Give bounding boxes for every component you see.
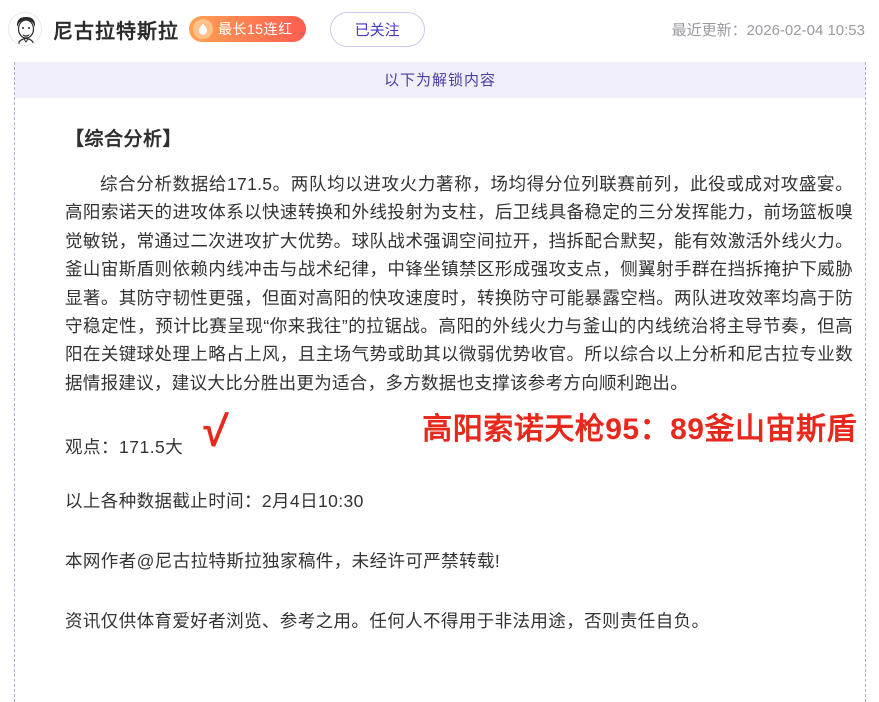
viewpoint-row: 观点：171.5大 √ 高阳索诺天枪95：89釜山宙斯盾 [65,404,853,470]
follow-button[interactable]: 已关注 [330,12,425,47]
flame-icon [193,19,213,39]
unlock-banner: 以下为解锁内容 [15,62,865,98]
checkmark-icon: √ [201,409,229,455]
page-header: 尼古拉特斯拉 最长15连红 已关注 最近更新：2026-02-04 10:53 [0,0,879,58]
data-cutoff-line: 以上各种数据截止时间：2月4日10:30 [65,488,853,513]
streak-badge-label: 最长15连红 [218,19,293,39]
score-highlight: 高阳索诺天枪95：89釜山宙斯盾 [422,404,857,448]
avatar-portrait-icon [9,13,42,46]
viewpoint-label: 观点：171.5大 [65,434,183,459]
disclaimer-line: 资讯仅供体育爱好者浏览、参考之用。任何人不得用于非法用途，否则责任自负。 [65,608,853,633]
copyright-notice: 本网作者@尼古拉特斯拉独家稿件，未经许可严禁转载! [65,548,853,573]
author-name: 尼古拉特斯拉 [53,15,179,44]
author-avatar[interactable] [8,12,42,46]
article-body: 【综合分析】 综合分析数据给171.5。两队均以进攻火力著称，场均得分位列联赛前… [15,124,865,633]
analysis-paragraph: 综合分析数据给171.5。两队均以进攻火力著称，场均得分位列联赛前列，此役或成对… [65,170,853,397]
section-title: 【综合分析】 [65,124,853,151]
unlocked-content-box: 以下为解锁内容 【综合分析】 综合分析数据给171.5。两队均以进攻火力著称，场… [14,62,866,702]
last-updated-label: 最近更新：2026-02-04 10:53 [672,19,865,40]
streak-badge: 最长15连红 [189,16,306,42]
